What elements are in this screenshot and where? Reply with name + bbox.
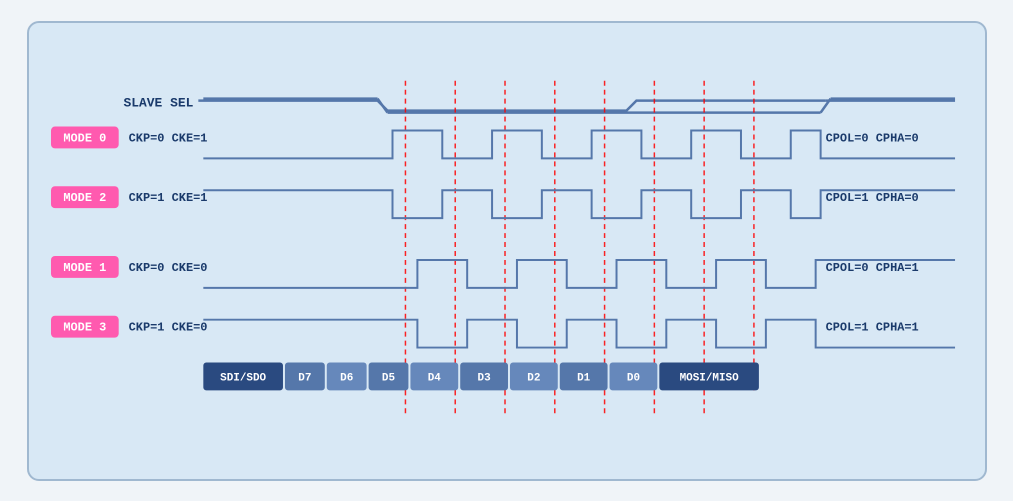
- mode2-params: CKP=1 CKE=1: [128, 191, 207, 205]
- d2-label: D2: [527, 372, 540, 384]
- sdi-sdo-label: SDI/SDO: [220, 372, 266, 384]
- mode3-params: CKP=1 CKE=0: [128, 320, 207, 334]
- d7-label: D7: [298, 372, 311, 384]
- d3-label: D3: [477, 372, 491, 384]
- mode1-cpol: CPOL=0 CPHA=1: [825, 260, 918, 274]
- d6-label: D6: [340, 372, 353, 384]
- mode1-params: CKP=0 CKE=0: [128, 260, 207, 274]
- mosi-miso-label: MOSI/MISO: [679, 372, 739, 384]
- d4-label: D4: [427, 372, 441, 384]
- d5-label: D5: [381, 372, 394, 384]
- mode1-label: MODE 1: [63, 260, 106, 274]
- d1-label: D1: [577, 372, 591, 384]
- mode0-cpol: CPOL=0 CPHA=0: [825, 131, 918, 145]
- slave-sel-label: SLAVE SEL: [123, 95, 193, 110]
- mode3-label: MODE 3: [63, 320, 106, 334]
- mode3-cpol: CPOL=1 CPHA=1: [825, 320, 918, 334]
- mode0-label: MODE 0: [63, 131, 106, 145]
- diagram-area: .mono { font-family: 'Courier New', Cour…: [49, 41, 965, 455]
- mode0-params: CKP=0 CKE=1: [128, 131, 207, 145]
- main-container: .mono { font-family: 'Courier New', Cour…: [27, 21, 987, 481]
- mode2-label: MODE 2: [63, 191, 106, 205]
- d0-label: D0: [626, 372, 639, 384]
- mode2-cpol: CPOL=1 CPHA=0: [825, 191, 918, 205]
